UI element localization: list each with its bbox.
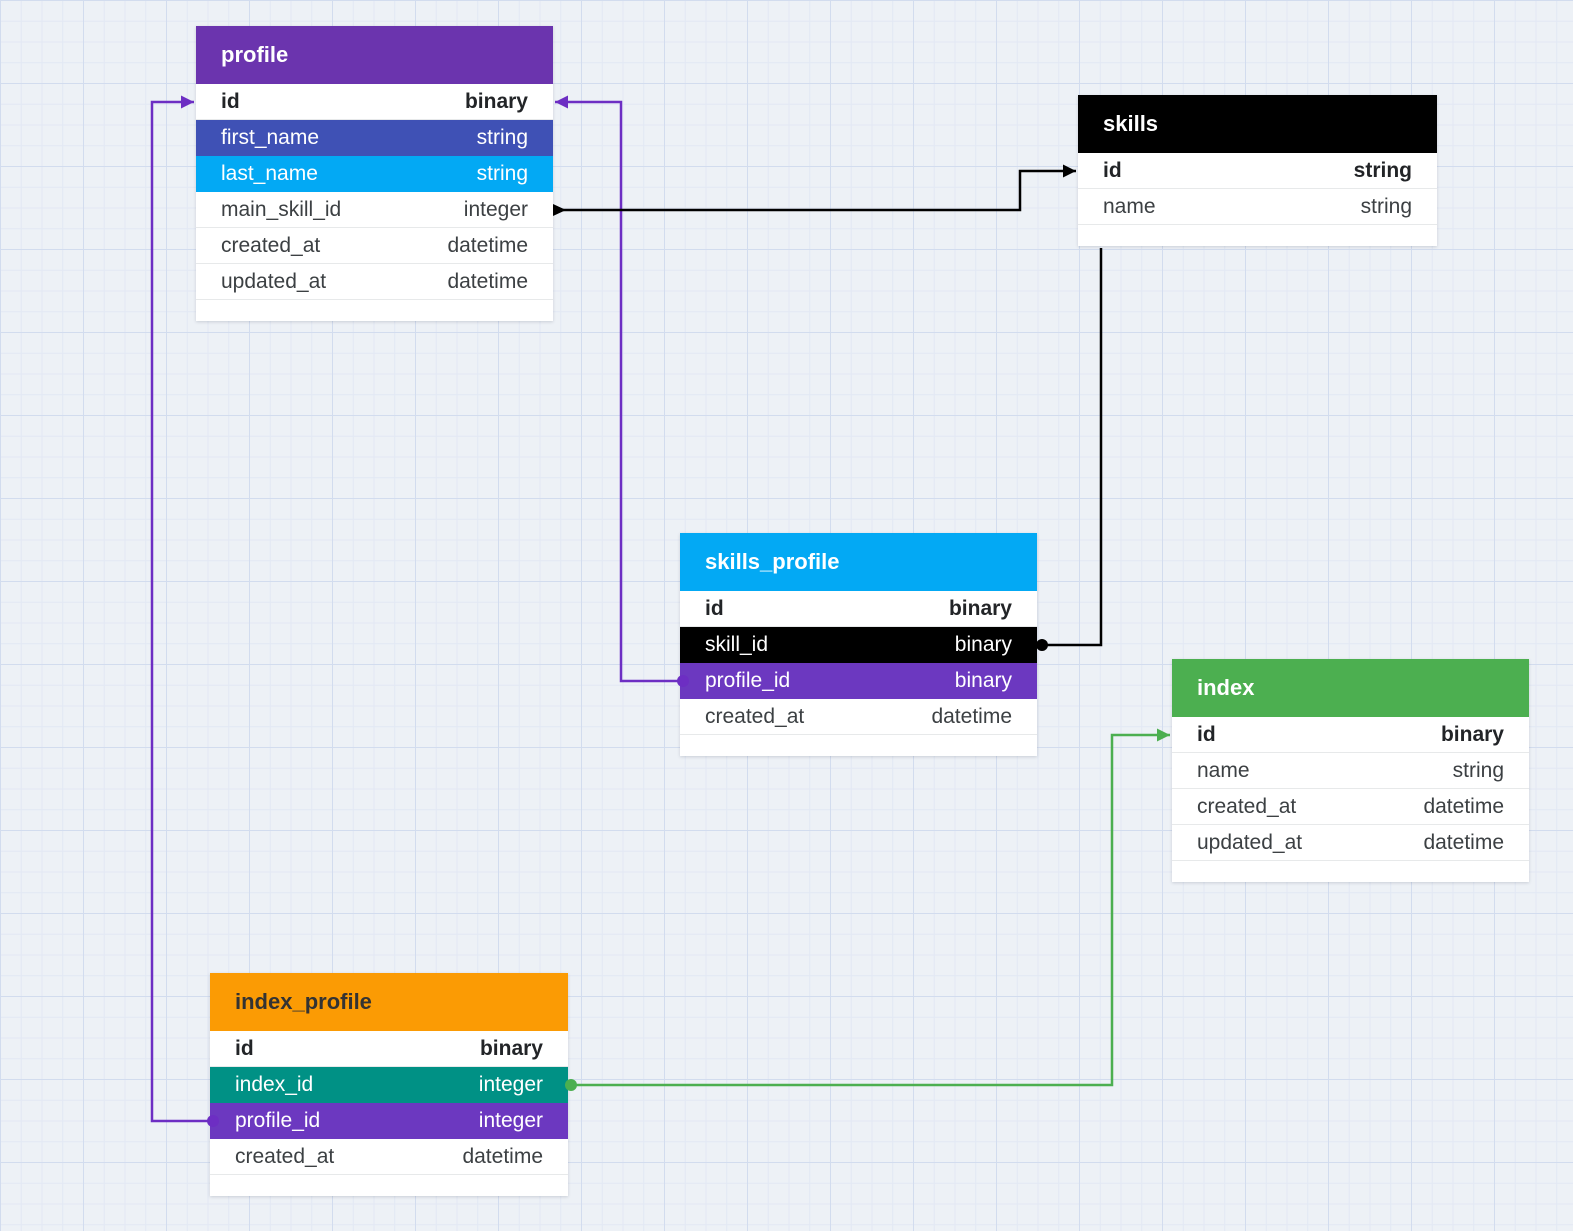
column-type: string	[477, 162, 528, 186]
column-type: datetime	[447, 270, 528, 294]
table-card-skills_profile[interactable]: skills_profileidbinaryskill_idbinaryprof…	[680, 533, 1037, 756]
table-card-index_profile[interactable]: index_profileidbinaryindex_idintegerprof…	[210, 973, 568, 1196]
column-row-profile-first_name[interactable]: first_name string	[196, 120, 553, 156]
column-row-skills_profile-id[interactable]: id binary	[680, 591, 1037, 627]
column-name: id	[221, 90, 240, 114]
column-type: binary	[480, 1037, 543, 1061]
column-row-index-updated_at[interactable]: updated_at datetime	[1172, 825, 1529, 861]
table-card-index[interactable]: indexidbinarynamestringcreated_atdatetim…	[1172, 659, 1529, 882]
connector-dot-index_profile-index_id-to-index-id	[565, 1079, 577, 1091]
column-name: id	[1197, 723, 1216, 747]
column-name: updated_at	[1197, 831, 1302, 855]
column-name: created_at	[221, 234, 320, 258]
column-type: binary	[949, 597, 1012, 621]
column-row-index_profile-index_id[interactable]: index_id integer	[210, 1067, 568, 1103]
column-name: index_id	[235, 1073, 313, 1097]
column-type: datetime	[1423, 831, 1504, 855]
table-title: profile	[221, 42, 288, 68]
column-type: integer	[464, 198, 528, 222]
column-name: created_at	[1197, 795, 1296, 819]
table-title: index_profile	[235, 989, 372, 1015]
column-type: datetime	[447, 234, 528, 258]
table-card-profile[interactable]: profileidbinaryfirst_namestringlast_name…	[196, 26, 553, 321]
connector-dot-skills_profile-profile_id-to-profile-id	[677, 675, 689, 687]
column-row-index_profile-id[interactable]: id binary	[210, 1031, 568, 1067]
table-header-skills_profile[interactable]: skills_profile	[680, 533, 1037, 591]
column-row-index-id[interactable]: id binary	[1172, 717, 1529, 753]
column-type: binary	[955, 633, 1012, 657]
table-header-index_profile[interactable]: index_profile	[210, 973, 568, 1031]
column-name: profile_id	[235, 1109, 320, 1133]
column-row-skills-id[interactable]: id string	[1078, 153, 1437, 189]
column-type: integer	[479, 1109, 543, 1133]
column-name: profile_id	[705, 669, 790, 693]
column-row-profile-main_skill_id[interactable]: main_skill_id integer	[196, 192, 553, 228]
column-type: string	[1354, 159, 1412, 183]
column-name: created_at	[705, 705, 804, 729]
column-name: first_name	[221, 126, 319, 150]
table-title: skills	[1103, 111, 1158, 137]
column-row-skills_profile-profile_id[interactable]: profile_id binary	[680, 663, 1037, 699]
column-name: name	[1197, 759, 1250, 783]
column-type: datetime	[1423, 795, 1504, 819]
column-row-index-name[interactable]: name string	[1172, 753, 1529, 789]
column-row-index_profile-created_at[interactable]: created_at datetime	[210, 1139, 568, 1175]
column-row-skills_profile-created_at[interactable]: created_at datetime	[680, 699, 1037, 735]
table-card-skills[interactable]: skills id string name string	[1078, 95, 1437, 246]
column-name: name	[1103, 195, 1156, 219]
column-row-profile-last_name[interactable]: last_name string	[196, 156, 553, 192]
table-header-skills[interactable]: skills	[1078, 95, 1437, 153]
column-row-skills-name[interactable]: name string	[1078, 189, 1437, 225]
column-name: id	[705, 597, 724, 621]
table-filler	[210, 1175, 568, 1196]
connector-dot-index_profile-profile_id-to-profile-id	[207, 1115, 219, 1127]
column-type: string	[1361, 195, 1412, 219]
table-title: index	[1197, 675, 1254, 701]
column-type: integer	[479, 1073, 543, 1097]
table-header-profile[interactable]: profile	[196, 26, 553, 84]
table-filler	[1078, 225, 1437, 246]
column-row-index-created_at[interactable]: created_at datetime	[1172, 789, 1529, 825]
column-row-index_profile-profile_id[interactable]: profile_id integer	[210, 1103, 568, 1139]
connector-dot-skills_profile-skill_id-to-skills	[1036, 639, 1048, 651]
column-type: binary	[1441, 723, 1504, 747]
column-type: binary	[465, 90, 528, 114]
tables-layer: profileidbinaryfirst_namestringlast_name…	[0, 0, 1573, 1231]
diagram-canvas: profileidbinaryfirst_namestringlast_name…	[0, 0, 1573, 1231]
column-type: datetime	[462, 1145, 543, 1169]
column-name: id	[235, 1037, 254, 1061]
column-name: main_skill_id	[221, 198, 341, 222]
table-filler	[680, 735, 1037, 756]
table-header-index[interactable]: index	[1172, 659, 1529, 717]
table-filler	[1172, 861, 1529, 882]
column-type: binary	[955, 669, 1012, 693]
column-name: created_at	[235, 1145, 334, 1169]
column-name: updated_at	[221, 270, 326, 294]
column-type: string	[477, 126, 528, 150]
column-row-profile-id[interactable]: id binary	[196, 84, 553, 120]
table-filler	[196, 300, 553, 321]
column-name: skill_id	[705, 633, 768, 657]
table-title: skills_profile	[705, 549, 840, 575]
column-row-skills_profile-skill_id[interactable]: skill_id binary	[680, 627, 1037, 663]
column-type: datetime	[931, 705, 1012, 729]
column-name: last_name	[221, 162, 318, 186]
column-row-profile-created_at[interactable]: created_at datetime	[196, 228, 553, 264]
column-row-profile-updated_at[interactable]: updated_at datetime	[196, 264, 553, 300]
column-type: string	[1453, 759, 1504, 783]
column-name: id	[1103, 159, 1122, 183]
